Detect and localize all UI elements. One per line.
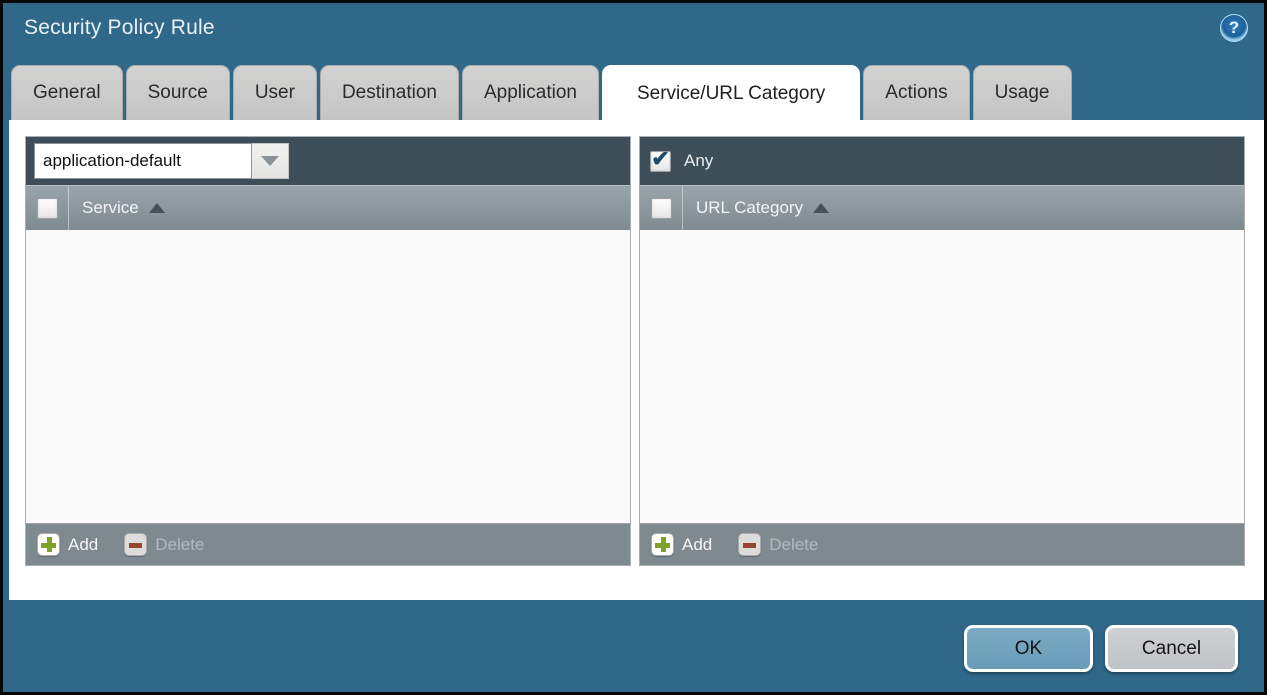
- tab-source[interactable]: Source: [126, 65, 230, 120]
- tab-general[interactable]: General: [11, 65, 123, 120]
- service-column-label-cell: Service: [69, 198, 165, 218]
- url-category-select-all-checkbox[interactable]: [651, 198, 672, 219]
- service-add-label: Add: [68, 535, 98, 555]
- service-list-body: [26, 230, 630, 523]
- cancel-button[interactable]: Cancel: [1105, 625, 1238, 672]
- add-plus-icon: [651, 533, 674, 556]
- tab-destination[interactable]: Destination: [320, 65, 459, 120]
- url-category-panel-topbar: ✔ Any: [640, 137, 1244, 185]
- help-icon[interactable]: ?: [1220, 14, 1248, 42]
- service-panel-topbar: application-default: [26, 137, 630, 185]
- add-plus-icon: [37, 533, 60, 556]
- service-select-all-checkbox[interactable]: [37, 198, 58, 219]
- tab-application[interactable]: Application: [462, 65, 599, 120]
- url-category-select-all-cell: [640, 186, 683, 230]
- url-category-column-label-cell: URL Category: [683, 198, 829, 218]
- dialog-title: Security Policy Rule: [24, 16, 215, 40]
- url-category-list-body: [640, 230, 1244, 523]
- security-policy-rule-dialog: Security Policy Rule ? General Source Us…: [0, 0, 1267, 695]
- ok-button[interactable]: OK: [964, 625, 1093, 672]
- service-type-dropdown-value[interactable]: application-default: [34, 143, 252, 179]
- chevron-down-icon: [261, 156, 279, 166]
- url-category-delete-label: Delete: [769, 535, 818, 555]
- service-type-dropdown-button[interactable]: [252, 143, 289, 179]
- checkmark-icon: ✔: [651, 148, 669, 170]
- service-delete-label: Delete: [155, 535, 204, 555]
- delete-minus-icon: [124, 533, 147, 556]
- url-category-any-row: ✔ Any: [648, 151, 713, 172]
- service-type-dropdown[interactable]: application-default: [34, 143, 289, 179]
- url-category-add-button[interactable]: Add: [651, 533, 712, 556]
- tab-service-url-category[interactable]: Service/URL Category: [602, 65, 860, 122]
- url-category-any-checkbox[interactable]: ✔: [650, 151, 671, 172]
- tab-usage[interactable]: Usage: [973, 65, 1072, 120]
- tab-actions[interactable]: Actions: [863, 65, 969, 120]
- tab-strip: General Source User Destination Applicat…: [11, 65, 1072, 120]
- url-category-panel: ✔ Any URL Category Add: [639, 136, 1245, 566]
- service-add-button[interactable]: Add: [37, 533, 98, 556]
- service-delete-button[interactable]: Delete: [124, 533, 204, 556]
- tab-user[interactable]: User: [233, 65, 317, 120]
- url-category-panel-footer: Add Delete: [640, 523, 1244, 565]
- service-panel-footer: Add Delete: [26, 523, 630, 565]
- delete-minus-icon: [738, 533, 761, 556]
- tab-content-service-url-category: application-default Service: [9, 120, 1264, 600]
- service-column-header[interactable]: Service: [26, 185, 630, 230]
- sort-asc-icon: [813, 203, 829, 213]
- url-category-any-label: Any: [684, 151, 713, 171]
- service-column-label: Service: [82, 198, 139, 218]
- sort-asc-icon: [149, 203, 165, 213]
- service-panel: application-default Service: [25, 136, 631, 566]
- url-category-add-label: Add: [682, 535, 712, 555]
- url-category-delete-button[interactable]: Delete: [738, 533, 818, 556]
- service-select-all-cell: [26, 186, 69, 230]
- url-category-column-header[interactable]: URL Category: [640, 185, 1244, 230]
- url-category-column-label: URL Category: [696, 198, 803, 218]
